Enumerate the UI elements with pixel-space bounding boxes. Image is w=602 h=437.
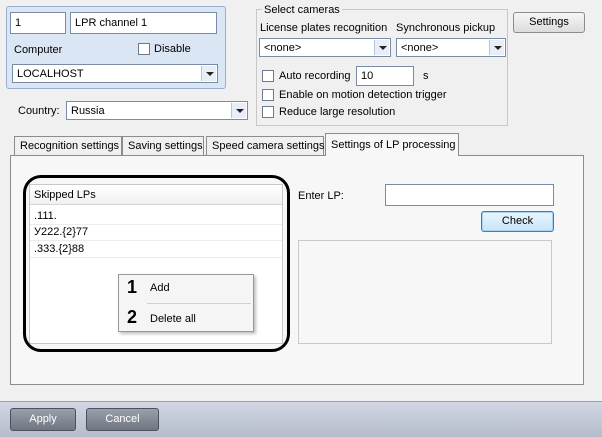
channel-id-field[interactable]: 1	[10, 12, 66, 34]
auto-recording-seconds-input[interactable]: 10	[356, 66, 414, 86]
motion-trigger-checkbox[interactable]	[262, 89, 274, 104]
context-menu-add-label: Add	[150, 282, 170, 294]
reduce-resolution-label: Reduce large resolution	[279, 106, 396, 118]
reduce-resolution-checkbox-box[interactable]	[262, 106, 274, 118]
country-select[interactable]: Russia	[66, 101, 248, 120]
cancel-button[interactable]: Cancel	[86, 408, 159, 431]
disable-checkbox-box[interactable]	[138, 43, 150, 55]
enter-lp-input[interactable]	[385, 184, 554, 206]
computer-select[interactable]: LOCALHOST	[12, 64, 218, 83]
auto-recording-unit: s	[423, 70, 429, 82]
lpr-camera-label: License plates recognition	[260, 22, 388, 34]
motion-trigger-label: Enable on motion detection trigger	[279, 89, 447, 101]
select-cameras-title: Select cameras	[262, 3, 342, 17]
apply-button[interactable]: Apply	[10, 408, 76, 431]
computer-select-value: LOCALHOST	[17, 68, 84, 80]
tab-recognition-settings[interactable]: Recognition settings	[14, 136, 122, 155]
enter-lp-label: Enter LP:	[298, 190, 344, 202]
tab-saving-settings[interactable]: Saving settings	[122, 136, 204, 155]
context-menu-delete-all-label: Delete all	[150, 313, 196, 325]
chevron-down-icon[interactable]	[231, 103, 246, 118]
channel-name-field[interactable]: LPR channel 1	[70, 12, 217, 34]
tab-speed-camera-settings[interactable]: Speed camera settings	[206, 136, 325, 155]
country-select-value: Russia	[71, 105, 105, 117]
tab-lp-processing[interactable]: Settings of LP processing	[325, 133, 459, 156]
chevron-down-icon[interactable]	[489, 40, 504, 55]
sync-camera-select[interactable]: <none>	[396, 38, 506, 57]
disable-label: Disable	[154, 43, 191, 55]
auto-recording-label: Auto recording	[279, 70, 351, 82]
sync-camera-label: Synchronous pickup	[396, 22, 496, 34]
country-label: Country:	[18, 105, 60, 117]
context-menu: 1 Add 2 Delete all	[118, 274, 254, 332]
chevron-down-icon[interactable]	[201, 66, 216, 81]
reduce-resolution-checkbox[interactable]	[262, 106, 274, 121]
motion-trigger-checkbox-box[interactable]	[262, 89, 274, 101]
lpr-camera-value: <none>	[264, 42, 302, 54]
check-result-box	[298, 240, 552, 344]
auto-recording-checkbox-box[interactable]	[262, 70, 274, 82]
sync-camera-value: <none>	[401, 42, 439, 54]
callout-number-2: 2	[127, 307, 138, 327]
disable-checkbox[interactable]	[138, 43, 150, 58]
lpr-camera-select[interactable]: <none>	[259, 38, 391, 57]
settings-button[interactable]: Settings	[513, 12, 585, 33]
auto-recording-checkbox[interactable]	[262, 70, 274, 85]
context-menu-item-delete-all[interactable]: 2 Delete all	[119, 304, 253, 332]
context-menu-item-add[interactable]: 1 Add	[119, 275, 253, 303]
check-button[interactable]: Check	[481, 211, 554, 232]
chevron-down-icon[interactable]	[374, 40, 389, 55]
computer-label: Computer	[14, 44, 63, 56]
callout-number-1: 1	[127, 277, 138, 297]
